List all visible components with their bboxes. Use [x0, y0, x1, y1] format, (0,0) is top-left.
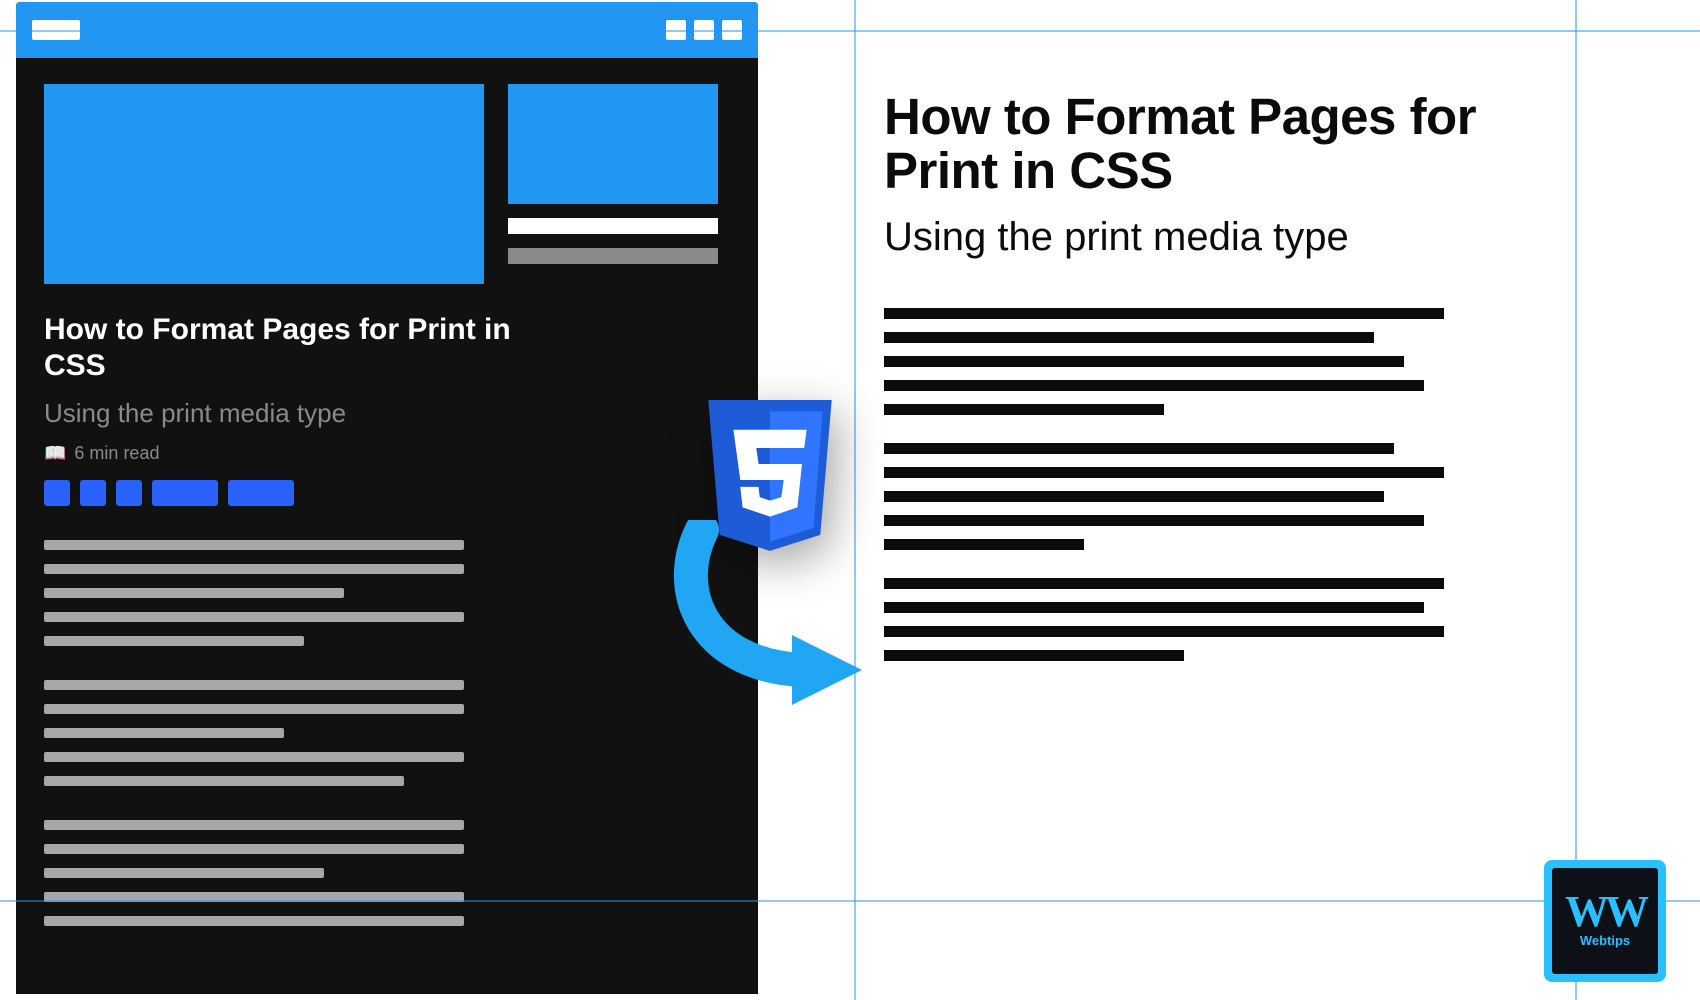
hero-row — [44, 84, 730, 284]
text-line-placeholder — [44, 776, 404, 786]
paragraph-placeholder — [44, 820, 730, 926]
tag-chip — [228, 480, 294, 506]
text-line-placeholder — [44, 588, 344, 598]
tag-chip — [80, 480, 106, 506]
sidebar-line — [508, 248, 718, 264]
tag-chip — [116, 480, 142, 506]
page-body: How to Format Pages for Print in CSS Usi… — [16, 58, 758, 952]
text-line-placeholder — [884, 443, 1394, 454]
webpage-mockup: How to Format Pages for Print in CSS Usi… — [16, 2, 758, 994]
guide-line — [0, 900, 1700, 902]
text-line-placeholder — [884, 515, 1424, 526]
paragraph-placeholder — [884, 443, 1544, 550]
book-icon: 📖 — [44, 443, 66, 464]
guide-line — [854, 0, 856, 1000]
webtips-badge: WW Webtips — [1544, 860, 1666, 982]
text-line-placeholder — [884, 467, 1444, 478]
transform-arrow-icon — [662, 520, 882, 720]
print-layout: How to Format Pages for Print in CSS Usi… — [884, 90, 1544, 661]
paragraph-placeholder — [44, 680, 730, 786]
paragraph-placeholder — [44, 540, 730, 646]
text-line-placeholder — [44, 916, 464, 926]
text-line-placeholder — [44, 636, 304, 646]
text-line-placeholder — [884, 650, 1184, 661]
guide-line — [0, 30, 1700, 32]
read-time-text: 6 min read — [74, 443, 159, 464]
text-line-placeholder — [884, 356, 1404, 367]
tag-chip — [44, 480, 70, 506]
text-line-placeholder — [44, 844, 464, 854]
text-line-placeholder — [884, 626, 1444, 637]
diagram-stage: How to Format Pages for Print in CSS Usi… — [0, 0, 1700, 1000]
text-line-placeholder — [44, 752, 464, 762]
text-line-placeholder — [44, 564, 464, 574]
text-line-placeholder — [884, 404, 1164, 415]
text-line-placeholder — [44, 680, 464, 690]
sidebar — [508, 84, 718, 284]
sidebar-line — [508, 218, 718, 234]
sidebar-image-placeholder — [508, 84, 718, 204]
webtips-label: Webtips — [1580, 933, 1630, 948]
text-line-placeholder — [44, 612, 464, 622]
webtips-badge-inner: WW Webtips — [1552, 868, 1658, 974]
text-line-placeholder — [884, 332, 1374, 343]
text-line-placeholder — [884, 602, 1424, 613]
text-line-placeholder — [884, 308, 1444, 319]
guide-line — [1575, 0, 1577, 1000]
text-line-placeholder — [44, 728, 284, 738]
text-line-placeholder — [44, 704, 464, 714]
text-line-placeholder — [884, 539, 1084, 550]
paragraph-placeholder — [884, 308, 1544, 415]
article-subtitle: Using the print media type — [44, 398, 730, 429]
hero-image-placeholder — [44, 84, 484, 284]
text-line-placeholder — [44, 540, 464, 550]
text-line-placeholder — [44, 868, 324, 878]
tag-row — [44, 480, 730, 506]
webtips-logo-text: WW — [1565, 894, 1645, 929]
tag-chip — [152, 480, 218, 506]
paragraph-placeholder — [884, 578, 1544, 661]
text-line-placeholder — [44, 820, 464, 830]
text-line-placeholder — [884, 380, 1424, 391]
text-line-placeholder — [884, 578, 1444, 589]
print-subtitle: Using the print media type — [884, 215, 1544, 260]
print-title: How to Format Pages for Print in CSS — [884, 90, 1544, 197]
article-title: How to Format Pages for Print in CSS — [44, 312, 564, 384]
text-line-placeholder — [884, 491, 1384, 502]
read-time: 📖 6 min read — [44, 443, 730, 464]
